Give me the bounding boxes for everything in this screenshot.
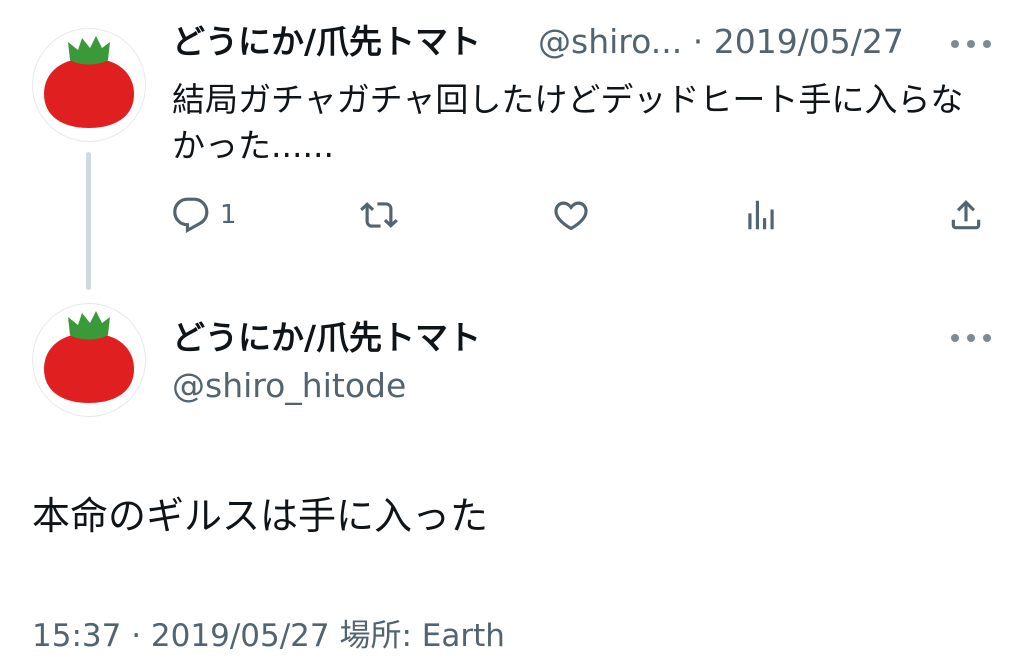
more-icon[interactable] bbox=[951, 37, 991, 51]
tomato-avatar-icon bbox=[44, 36, 134, 128]
avatar[interactable] bbox=[32, 28, 146, 142]
analytics-button[interactable] bbox=[742, 190, 780, 240]
reply-handle-date: @shiro... · 2019/05/27 bbox=[538, 22, 904, 62]
reply-display-name[interactable]: どうにか/爪先トマト bbox=[172, 22, 481, 62]
retweet-icon bbox=[360, 202, 398, 228]
analytics-icon bbox=[748, 200, 774, 230]
avatar[interactable] bbox=[32, 303, 146, 417]
reply-action-bar: 1 bbox=[172, 190, 992, 240]
separator: · bbox=[131, 618, 142, 654]
share-icon bbox=[951, 200, 981, 230]
reply-tweet-text: 結局ガチャガチャ回したけどデッドヒート手に入らなかった...... bbox=[172, 80, 964, 165]
reply-handle[interactable]: @shiro... bbox=[538, 22, 682, 61]
like-icon bbox=[554, 201, 588, 231]
share-button[interactable] bbox=[947, 190, 985, 240]
reply-count: 1 bbox=[220, 200, 237, 230]
tweet-timestamp-footer: 15:37 · 2019/05/27 場所: Earth bbox=[32, 614, 505, 658]
tweet-time[interactable]: 15:37 bbox=[32, 618, 121, 654]
separator: · bbox=[692, 22, 704, 61]
retweet-button[interactable] bbox=[360, 190, 398, 240]
reply-button[interactable]: 1 bbox=[172, 190, 237, 240]
tomato-avatar-icon bbox=[44, 311, 134, 403]
tweet-date[interactable]: 2019/05/27 bbox=[151, 618, 330, 654]
thread-connector bbox=[86, 152, 91, 290]
more-icon[interactable] bbox=[951, 331, 991, 345]
tweet-location: 場所: Earth bbox=[339, 618, 505, 654]
main-handle[interactable]: @shiro_hitode bbox=[172, 366, 406, 406]
like-button[interactable] bbox=[552, 190, 590, 240]
reply-icon bbox=[173, 197, 209, 234]
main-tweet-text: 本命のギルスは手に入った bbox=[32, 494, 489, 538]
main-display-name[interactable]: どうにか/爪先トマト bbox=[172, 318, 481, 358]
reply-date[interactable]: 2019/05/27 bbox=[714, 22, 904, 61]
